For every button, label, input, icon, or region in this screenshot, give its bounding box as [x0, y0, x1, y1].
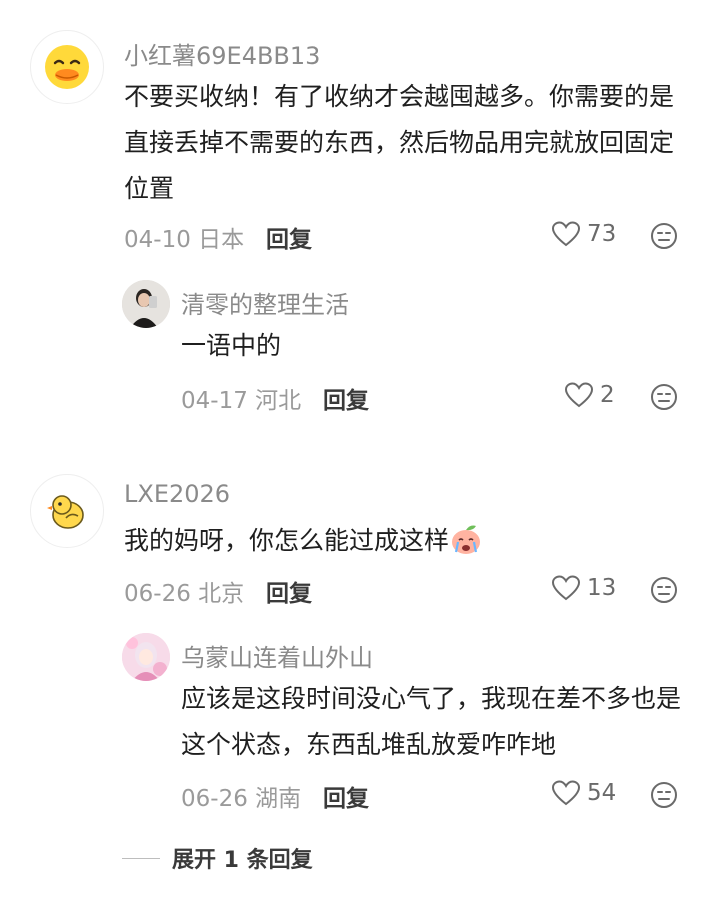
dislike-face-icon[interactable] — [650, 383, 678, 411]
reply-button[interactable]: 回复 — [266, 220, 312, 254]
comment-meta: 04-10 日本 — [124, 220, 244, 254]
heart-icon — [564, 382, 594, 408]
comment-username[interactable]: 小红薯69E4BB13 — [124, 36, 320, 71]
reply-location: 河北 — [255, 388, 302, 414]
comment-text: 我的妈呀，你怎么能过成这样 — [124, 518, 689, 564]
reply-location: 湖南 — [255, 786, 302, 812]
yellow-chick-icon — [47, 495, 84, 529]
reply-text: 应该是这段时间没心气了，我现在差不多也是这个状态，东西乱堆乱放爱咋咋地 — [181, 684, 682, 759]
reply-text: 一语中的 — [181, 331, 282, 360]
dislike-face-icon[interactable] — [650, 576, 678, 604]
reply-meta: 04-17 河北 — [181, 381, 301, 415]
comment-location: 日本 — [198, 227, 245, 253]
heart-icon — [551, 575, 581, 601]
like-count: 54 — [587, 780, 617, 806]
comment-date: 04-10 — [124, 227, 191, 253]
expand-divider-line — [122, 857, 160, 859]
pink-anime-girl-photo — [122, 633, 170, 681]
avatar-reply-user[interactable] — [122, 280, 170, 328]
yellow-duck-face-icon — [45, 45, 89, 89]
like-button[interactable]: 54 — [551, 779, 616, 807]
reply-username[interactable]: 清零的整理生活 — [181, 285, 349, 320]
reply-button[interactable]: 回复 — [266, 574, 312, 608]
reply-button[interactable]: 回复 — [323, 381, 369, 415]
like-count: 73 — [587, 221, 617, 247]
reply-date: 06-26 — [181, 786, 248, 812]
heart-icon — [551, 780, 581, 806]
expand-replies-label: 展开 1 条回复 — [172, 848, 313, 873]
like-button[interactable]: 73 — [551, 220, 616, 248]
comment-text: 不要买收纳！有了收纳才会越囤越多。你需要的是直接丢掉不需要的东西，然后物品用完就… — [124, 82, 675, 203]
reply-meta: 06-26 湖南 — [181, 779, 301, 813]
avatar-duck[interactable] — [30, 30, 104, 104]
dislike-face-icon[interactable] — [650, 781, 678, 809]
expand-replies-button[interactable]: 展开 1 条回复 — [122, 842, 313, 874]
like-button[interactable]: 13 — [551, 574, 616, 602]
comment-date: 06-26 — [124, 581, 191, 607]
crying-peach-sticker-icon — [452, 525, 481, 554]
mirror-selfie-photo — [122, 280, 170, 328]
like-count: 13 — [587, 575, 617, 601]
reply-username[interactable]: 乌蒙山连着山外山 — [181, 638, 373, 673]
dislike-face-icon[interactable] — [650, 222, 678, 250]
like-button[interactable]: 2 — [564, 381, 615, 409]
heart-icon — [551, 221, 581, 247]
reply-button[interactable]: 回复 — [323, 779, 369, 813]
avatar-reply-user[interactable] — [122, 633, 170, 681]
comment-location: 北京 — [198, 581, 245, 607]
avatar-chick[interactable] — [30, 474, 104, 548]
comment-text-content: 我的妈呀，你怎么能过成这样 — [124, 526, 450, 555]
comment-username[interactable]: LXE2026 — [124, 480, 230, 508]
comment-meta: 06-26 北京 — [124, 574, 244, 608]
like-count: 2 — [600, 382, 615, 408]
reply-date: 04-17 — [181, 388, 248, 414]
